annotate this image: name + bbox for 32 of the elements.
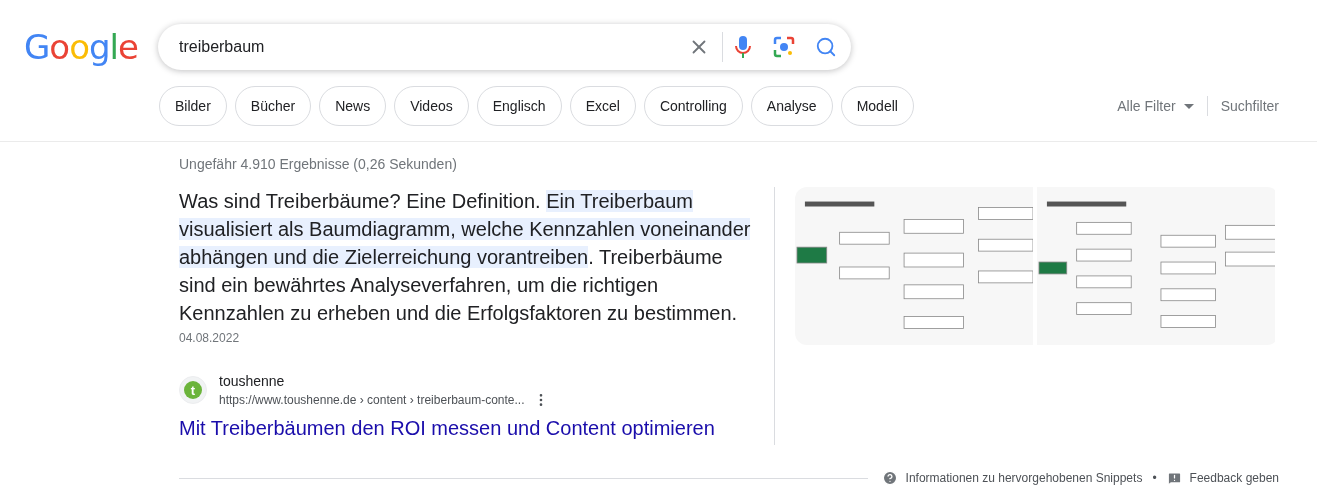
- filter-chip[interactable]: Videos: [394, 86, 469, 126]
- feedback-link[interactable]: Feedback geben: [1189, 469, 1279, 487]
- separator-dot: •: [1152, 470, 1157, 487]
- help-icon[interactable]: [881, 470, 898, 486]
- snippet-date: 04.08.2022: [179, 330, 241, 347]
- result-title-link[interactable]: Mit Treiberbäumen den ROI messen und Content optimieren: [179, 415, 754, 441]
- diagram-thumbnail-drawing[interactable]: [795, 187, 1033, 345]
- filter-chip[interactable]: Bücher: [234, 86, 312, 126]
- microphone-icon[interactable]: [735, 35, 751, 59]
- filter-chip[interactable]: Excel: [569, 86, 636, 126]
- site-url: https://www.toushenne.de › content › treiberbaum-conte...: [219, 392, 525, 409]
- filter-chip[interactable]: Controlling: [643, 86, 743, 126]
- filter-chip[interactable]: Bilder: [159, 86, 227, 126]
- snippets-info-link[interactable]: Informationen zu hervorgehobenen Snippets: [905, 469, 1143, 487]
- all-filters-dropdown[interactable]: Alle Filter: [1117, 95, 1194, 117]
- diagram-thumbnail-drawing[interactable]: [1037, 187, 1275, 345]
- result-stats: Ungefähr 4.910 Ergebnisse (0,26 Sekunden): [179, 155, 458, 173]
- filter-chip[interactable]: News: [319, 86, 387, 126]
- camera-lens-icon[interactable]: [773, 36, 795, 58]
- search-field[interactable]: treiberbaum: [158, 24, 851, 70]
- logo[interactable]: Google: [24, 24, 158, 70]
- filter-chip[interactable]: Englisch: [476, 86, 562, 126]
- search-query: treiberbaum: [179, 37, 266, 57]
- favicon: t: [179, 376, 207, 404]
- caret-icon: [1183, 103, 1194, 109]
- snippet-text: Was sind Treiberbäume? Eine Definition. Ein Treiberbaum visualisiert als Baumdiagramm, welche Kennzahlen voneinander abhängen und die Zielerreichung vorantreiben. Treiberbäume sind ein bewährtes Analyseverfahren, um die richtigen Kennzahlen zu erheben und die Erfolgsfaktoren zu bestimmen.: [179, 189, 752, 326]
- search-filters-button[interactable]: Suchfilter: [1220, 95, 1279, 117]
- site-name: toushenne: [219, 372, 286, 391]
- filter-chip[interactable]: Analyse: [750, 86, 833, 126]
- feedback-icon[interactable]: [1166, 470, 1182, 486]
- search-icon[interactable]: [815, 36, 837, 58]
- filter-chip[interactable]: Modell: [840, 86, 914, 126]
